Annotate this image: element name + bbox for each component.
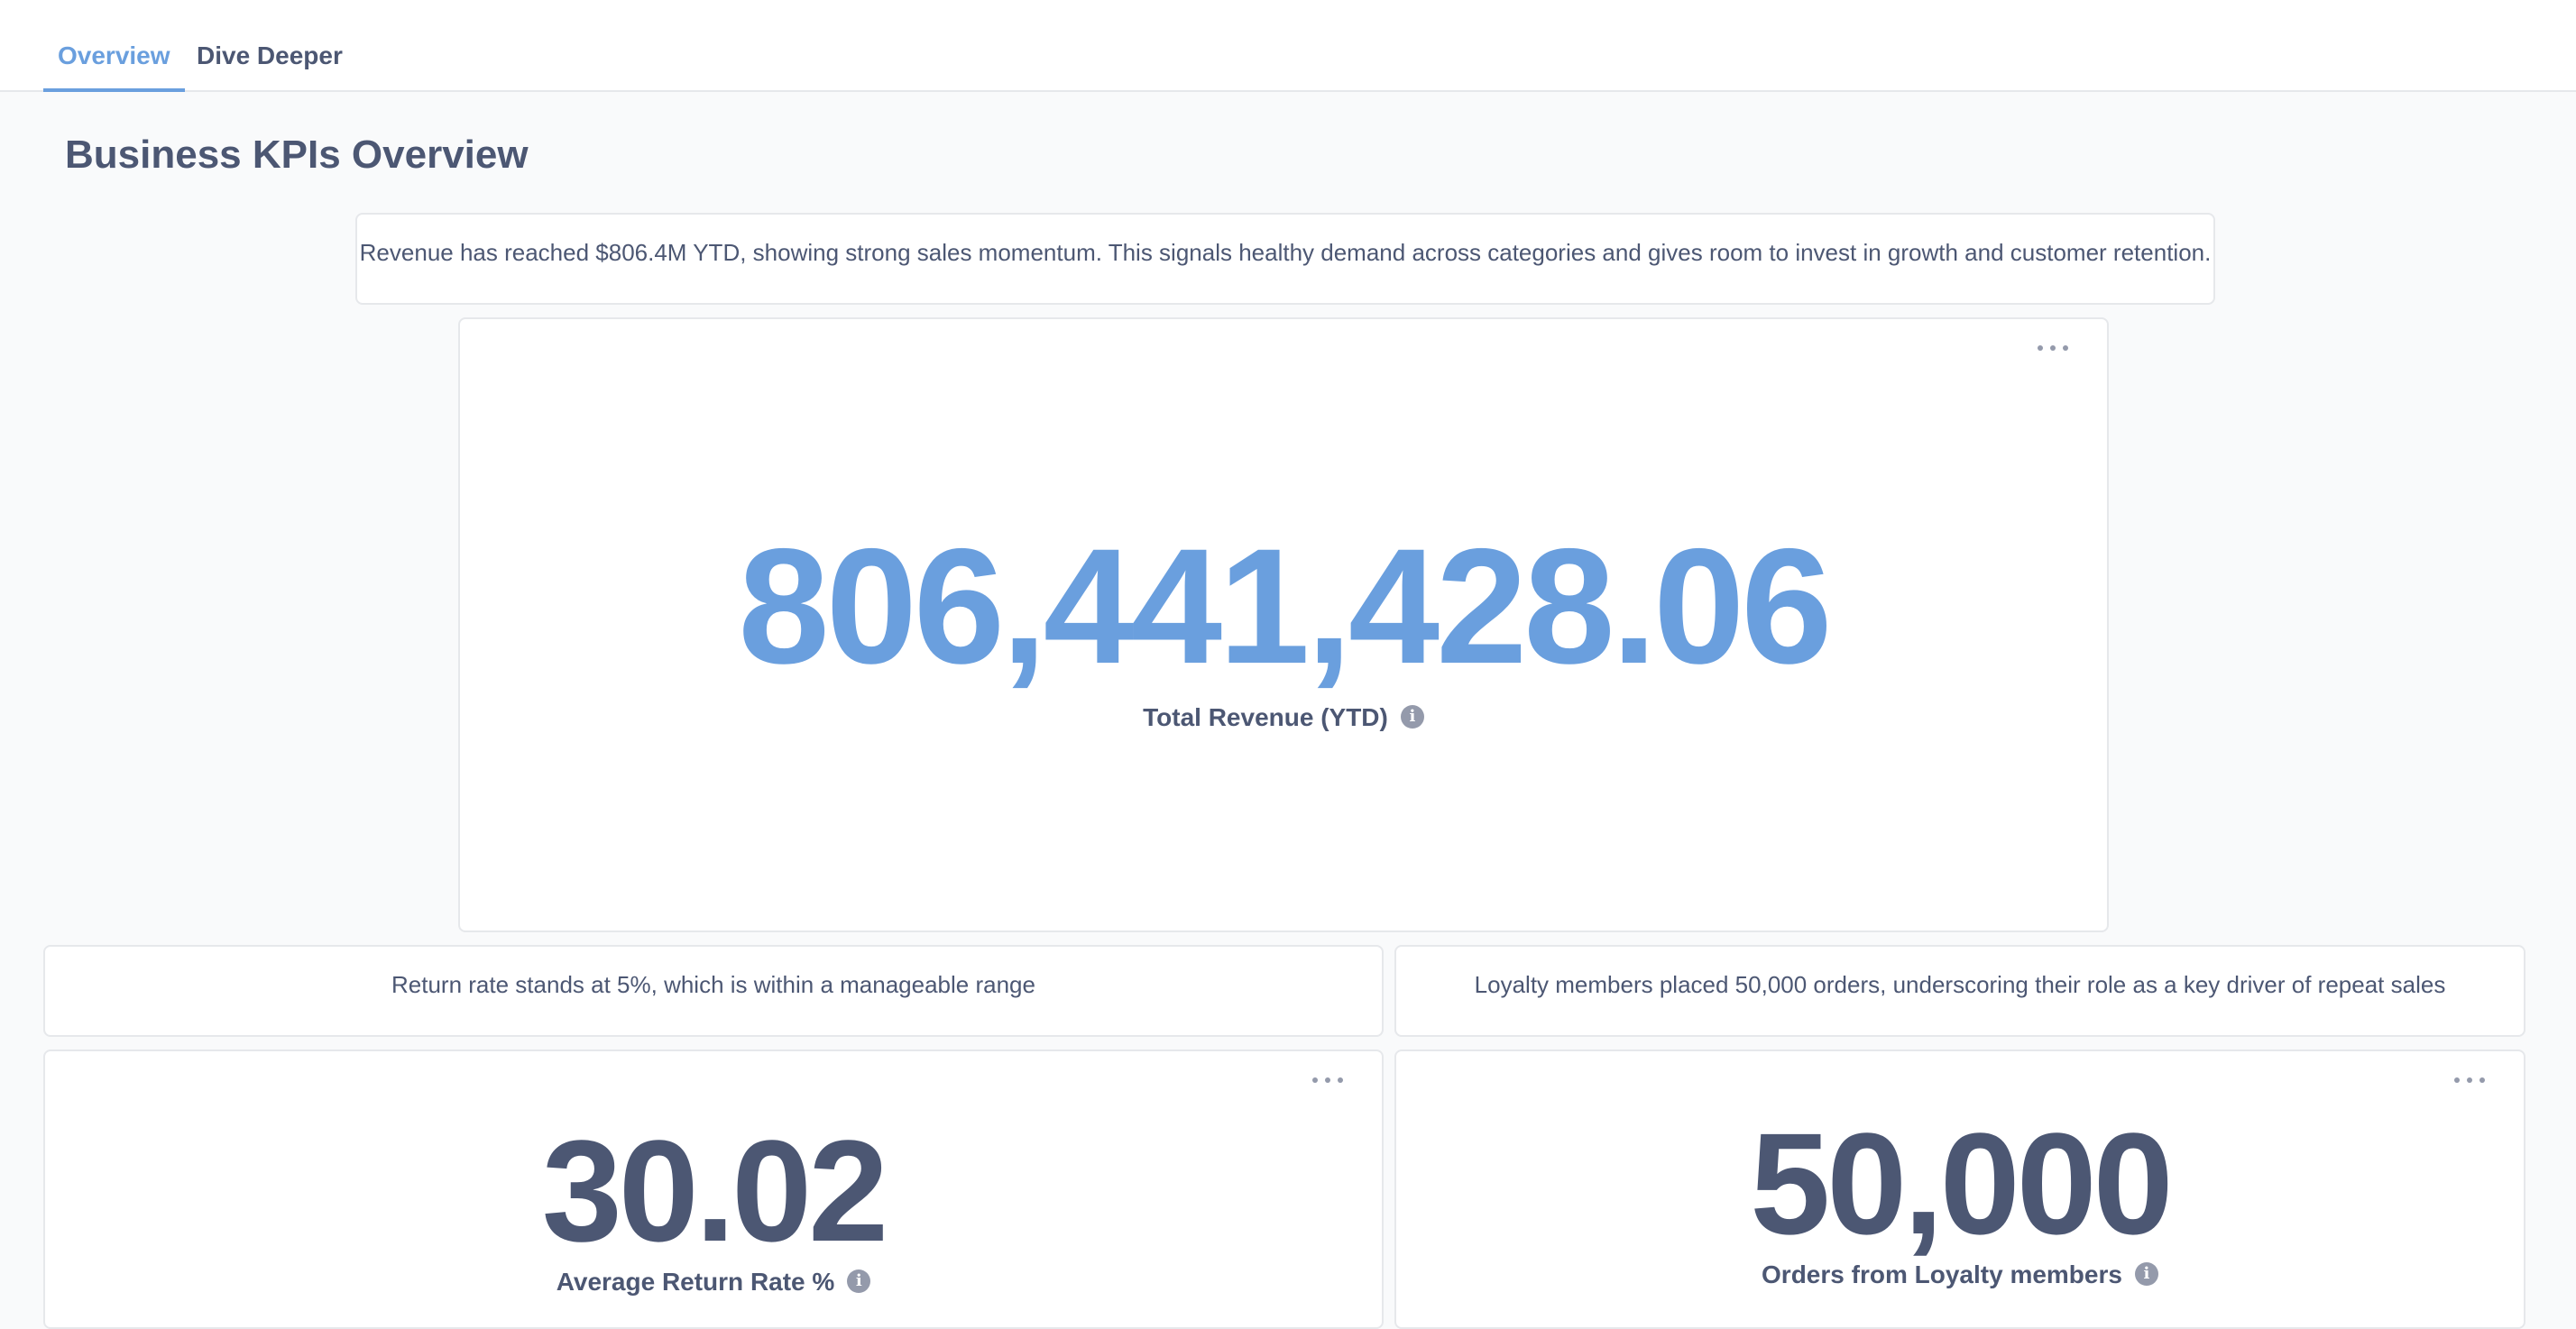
more-horizontal-icon [1325,1077,1330,1083]
loyalty-summary-card: Loyalty members placed 50,000 orders, un… [1394,945,2525,1037]
loyalty-kpi-card: 50,000 Orders from Loyalty members i [1394,1049,2525,1329]
info-icon[interactable]: i [2134,1261,2158,1286]
info-icon[interactable]: i [1400,704,1424,729]
more-horizontal-icon [2050,345,2056,351]
more-horizontal-icon [1338,1077,1343,1083]
more-horizontal-icon [1312,1077,1318,1083]
returns-kpi-card: 30.02 Average Return Rate % i [43,1049,1384,1329]
more-horizontal-icon [2063,345,2068,351]
revenue-summary-text: Revenue has reached $806.4M YTD, showing… [359,239,2212,266]
info-icon[interactable]: i [847,1269,871,1293]
revenue-label-text: Total Revenue (YTD) [1143,703,1388,731]
returns-more-button[interactable] [1310,1069,1346,1091]
revenue-more-button[interactable] [2035,337,2071,359]
returns-summary-card: Return rate stands at 5%, which is withi… [43,945,1384,1037]
loyalty-value: 50,000 [1750,1103,2173,1264]
loyalty-summary-text: Loyalty members placed 50,000 orders, un… [1474,971,2446,998]
page-title: Business KPIs Overview [65,133,529,177]
returns-label-text: Average Return Rate % [556,1268,835,1296]
loyalty-label: Orders from Loyalty members i [1396,1257,2524,1293]
returns-label: Average Return Rate % i [45,1264,1382,1300]
tab-overview[interactable]: Overview [43,0,185,92]
revenue-value: 806,441,428.06 [738,514,1832,698]
revenue-label: Total Revenue (YTD) i [460,700,2107,736]
returns-value: 30.02 [541,1110,888,1271]
tab-dive-deeper[interactable]: Dive Deeper [182,0,357,92]
more-horizontal-icon [2038,345,2043,351]
tab-bar: Overview Dive Deeper [0,0,2576,92]
returns-summary-text: Return rate stands at 5%, which is withi… [391,971,1035,998]
more-horizontal-icon [2479,1077,2485,1083]
revenue-summary-card: Revenue has reached $806.4M YTD, showing… [355,213,2215,305]
revenue-kpi-card: 806,441,428.06 Total Revenue (YTD) i [458,317,2109,932]
more-horizontal-icon [2467,1077,2472,1083]
more-horizontal-icon [2454,1077,2460,1083]
loyalty-more-button[interactable] [2452,1069,2488,1091]
loyalty-label-text: Orders from Loyalty members [1762,1260,2122,1288]
